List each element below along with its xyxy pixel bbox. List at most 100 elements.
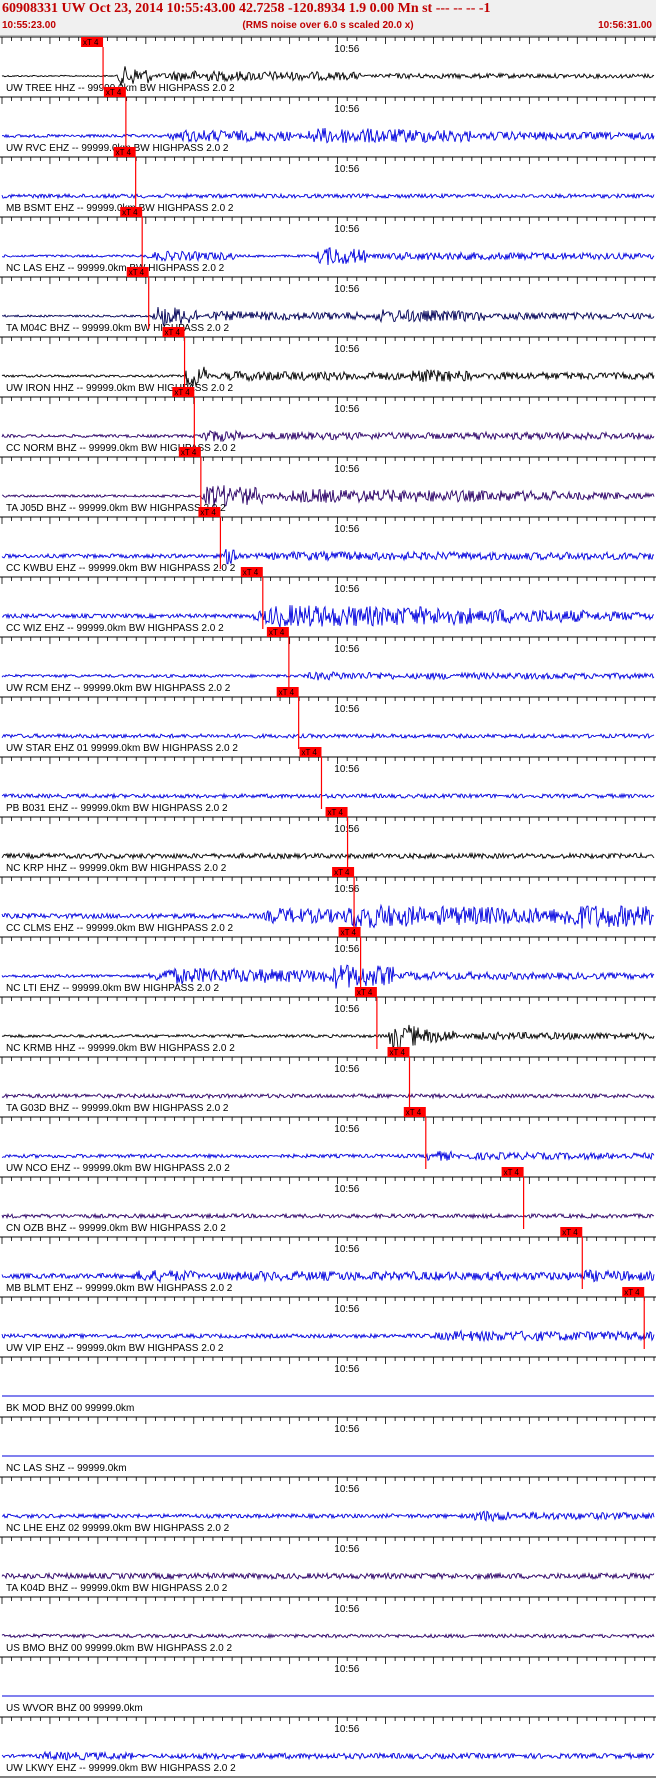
pick-label: xT 4	[357, 988, 373, 997]
station-label: MB BSMT EHZ -- 99999.0km BW HIGHPASS 2.0…	[6, 203, 234, 214]
pick-label: xT 4	[334, 868, 350, 877]
station-label: TA K04D BHZ -- 99999.0km BW HIGHPASS 2.0…	[6, 1583, 228, 1594]
minute-label: 10:56	[334, 1604, 359, 1615]
minute-label: 10:56	[334, 1184, 359, 1195]
pick-label: xT 4	[181, 448, 197, 457]
station-label: NC LAS EHZ -- 99999.0km BW HIGHPASS 2.0 …	[6, 263, 225, 274]
pick-label: xT 4	[504, 1168, 520, 1177]
station-label: UW RCM EHZ -- 99999.0km BW HIGHPASS 2.0 …	[6, 683, 231, 694]
waveform-trace	[1, 1632, 655, 1640]
pick-label: xT 4	[83, 38, 99, 47]
end-time: 10:56:31.00	[598, 20, 652, 31]
minute-label: 10:56	[334, 1244, 359, 1255]
minute-label: 10:56	[334, 1664, 359, 1675]
minute-label: 10:56	[334, 1544, 359, 1555]
station-label: BK MOD BHZ 00 99999.0km	[6, 1403, 134, 1414]
header-bar: 60908331 UW Oct 23, 2014 10:55:43.00 42.…	[0, 0, 656, 36]
seismogram-page: 60908331 UW Oct 23, 2014 10:55:43.00 42.…	[0, 0, 656, 1778]
minute-label: 10:56	[334, 644, 359, 655]
station-label: TA G03D BHZ -- 99999.0km BW HIGHPASS 2.0…	[6, 1103, 229, 1114]
waveform-trace	[1, 1510, 655, 1523]
pick-label: xT 4	[279, 688, 295, 697]
waveform-trace	[1, 128, 655, 144]
station-label: NC LHE EHZ 02 99999.0km BW HIGHPASS 2.0 …	[6, 1523, 230, 1534]
waveform-trace	[1, 192, 655, 200]
minute-label: 10:56	[334, 1484, 359, 1495]
waveform-trace	[1, 1571, 655, 1581]
pick-label: xT 4	[165, 328, 181, 337]
pick-label: xT 4	[200, 508, 216, 517]
pick-label: xT 4	[106, 88, 122, 97]
station-label: TA J05D BHZ -- 99999.0km BW HIGHPASS 2.0…	[6, 503, 226, 514]
station-label: US BMO BHZ 00 99999.0km BW HIGHPASS 2.0 …	[6, 1643, 232, 1654]
station-label: CC KWBU EHZ -- 99999.0km BW HIGHPASS 2.0…	[6, 563, 236, 574]
waveform-trace	[1, 732, 655, 740]
minute-label: 10:56	[334, 164, 359, 175]
minute-label: 10:56	[334, 344, 359, 355]
pick-label: xT 4	[116, 148, 132, 157]
minute-label: 10:56	[334, 1004, 359, 1015]
waveform-trace	[1, 1092, 655, 1100]
station-label: CC CLMS EHZ -- 99999.0km BW HIGHPASS 2.0…	[6, 923, 234, 934]
waveform-trace	[1, 1750, 655, 1761]
waveform-trace	[1, 1269, 655, 1284]
noise-note: (RMS noise over 6.0 s scaled 20.0 x)	[242, 20, 414, 31]
station-label: TA M04C BHZ -- 99999.0km BW HIGHPASS 2.0…	[6, 323, 229, 334]
event-title: 60908331 UW Oct 23, 2014 10:55:43.00 42.…	[2, 1, 491, 16]
minute-label: 10:56	[334, 404, 359, 415]
minute-label: 10:56	[334, 1124, 359, 1135]
station-label: PB B031 EHZ -- 99999.0km BW HIGHPASS 2.0…	[6, 803, 228, 814]
waveform-trace	[1, 851, 655, 861]
minute-label: 10:56	[334, 284, 359, 295]
pick-label: xT 4	[390, 1048, 406, 1057]
waveform-trace	[1, 1150, 655, 1162]
waveform-trace	[1, 671, 655, 681]
station-label: CC WIZ EHZ -- 99999.0km BW HIGHPASS 2.0 …	[6, 623, 224, 634]
station-label: UW NCO EHZ -- 99999.0km BW HIGHPASS 2.0 …	[6, 1163, 230, 1174]
station-label: US WVOR BHZ 00 99999.0km	[6, 1703, 143, 1714]
pick-label: xT 4	[406, 1108, 422, 1117]
station-label: UW VIP EHZ -- 99999.0km BW HIGHPASS 2.0 …	[6, 1343, 224, 1354]
minute-label: 10:56	[334, 464, 359, 475]
station-label: MB BLMT EHZ -- 99999.0km BW HIGHPASS 2.0…	[6, 1283, 233, 1294]
pick-label: xT 4	[301, 748, 317, 757]
pick-label: xT 4	[328, 808, 344, 817]
waveform-trace	[1, 792, 655, 800]
minute-label: 10:56	[334, 944, 359, 955]
pick-label: xT 4	[269, 628, 285, 637]
pick-label: xT 4	[341, 928, 357, 937]
minute-label: 10:56	[334, 884, 359, 895]
station-label: UW IRON HHZ -- 99999.0km BW HIGHPASS 2.0…	[6, 383, 234, 394]
minute-label: 10:56	[334, 1424, 359, 1435]
minute-label: 10:56	[334, 764, 359, 775]
station-label: NC LTI EHZ -- 99999.0km BW HIGHPASS 2.0 …	[6, 983, 219, 994]
minute-label: 10:56	[334, 44, 359, 55]
station-label: NC KRP HHZ -- 99999.0km BW HIGHPASS 2.0 …	[6, 863, 227, 874]
pick-label: xT 4	[129, 268, 145, 277]
station-label: CN OZB BHZ -- 99999.0km BW HIGHPASS 2.0 …	[6, 1223, 226, 1234]
station-label: CC NORM BHZ -- 99999.0km BW HIGHPASS 2.0…	[6, 443, 236, 454]
pick-label: xT 4	[624, 1288, 640, 1297]
waveform-trace	[1, 548, 655, 565]
minute-label: 10:56	[334, 1724, 359, 1735]
seismogram-plot: 10:56UW TREE HHZ -- 99999.0km BW HIGHPAS…	[0, 36, 656, 1778]
pick-label: xT 4	[243, 568, 259, 577]
minute-label: 10:56	[334, 1064, 359, 1075]
station-label: NC LAS SHZ -- 99999.0km	[6, 1463, 127, 1474]
pick-label: xT 4	[122, 208, 138, 217]
minute-label: 10:56	[334, 704, 359, 715]
pick-label: xT 4	[562, 1228, 578, 1237]
waveform-trace	[1, 1329, 655, 1343]
waveform-trace	[1, 429, 655, 443]
minute-label: 10:56	[334, 584, 359, 595]
pick-label: xT 4	[174, 388, 190, 397]
minute-label: 10:56	[334, 224, 359, 235]
waveform-trace	[1, 1212, 655, 1220]
minute-label: 10:56	[334, 104, 359, 115]
minute-label: 10:56	[334, 1364, 359, 1375]
minute-label: 10:56	[334, 524, 359, 535]
station-label: UW LKWY EHZ -- 99999.0km BW HIGHPASS 2.0…	[6, 1763, 236, 1774]
station-label: UW STAR EHZ 01 99999.0km BW HIGHPASS 2.0…	[6, 743, 238, 754]
station-label: NC KRMB HHZ -- 99999.0km BW HIGHPASS 2.0…	[6, 1043, 235, 1054]
minute-label: 10:56	[334, 1304, 359, 1315]
